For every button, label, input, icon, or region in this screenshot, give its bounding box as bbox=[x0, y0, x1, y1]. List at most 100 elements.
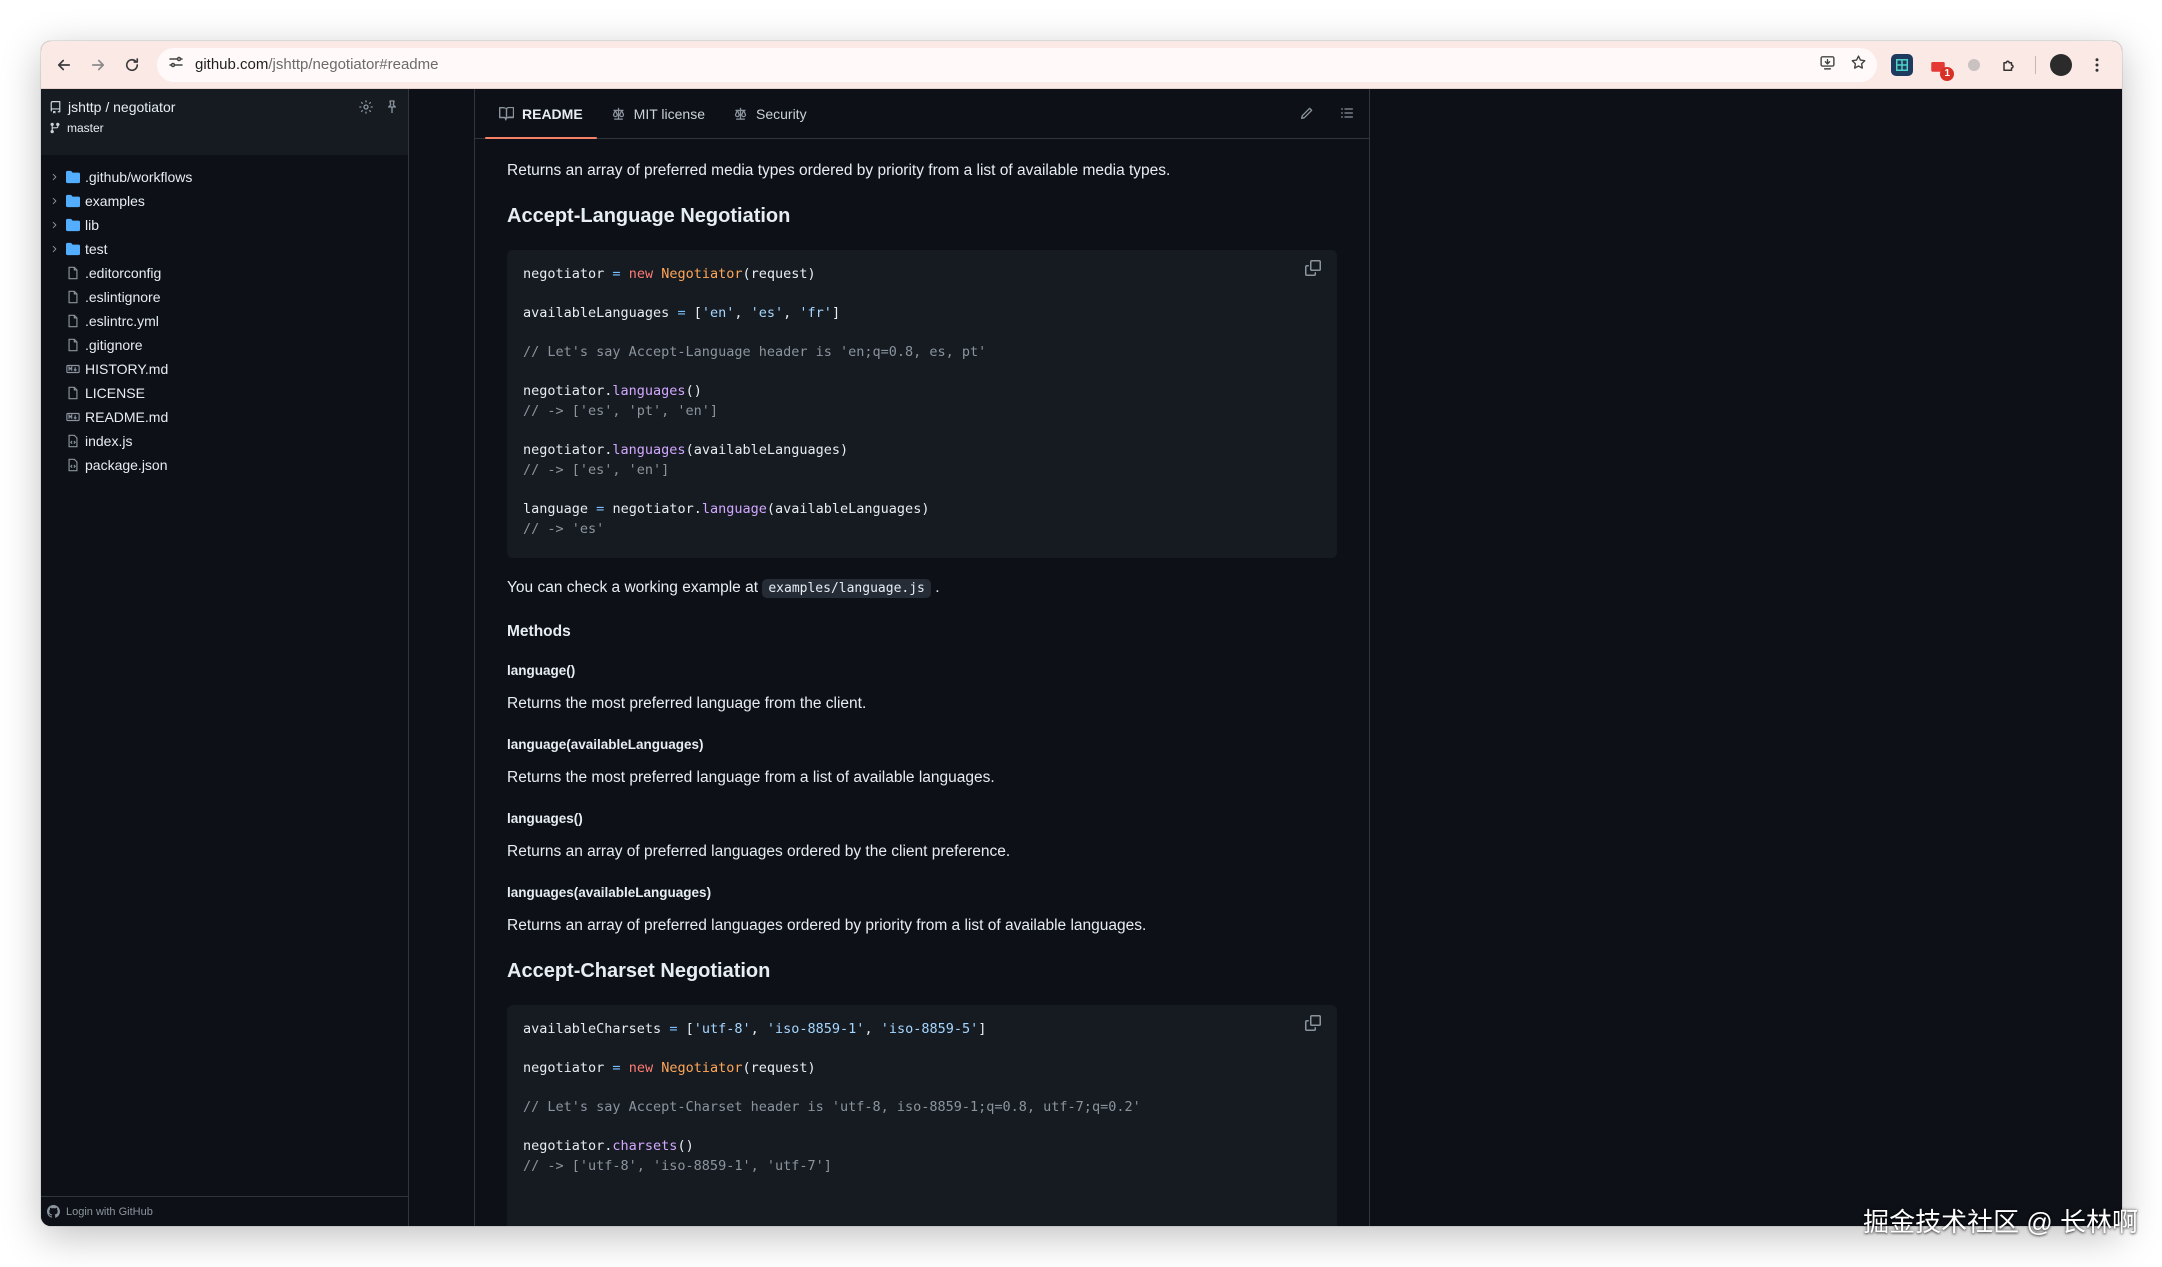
edit-button[interactable] bbox=[1299, 105, 1315, 126]
tree-file[interactable]: README.md bbox=[41, 405, 408, 429]
outline-button[interactable] bbox=[1339, 105, 1355, 126]
puzzle-icon bbox=[2003, 60, 2014, 71]
copy-icon bbox=[1305, 260, 1321, 276]
pencil-icon bbox=[1301, 107, 1313, 119]
book-icon bbox=[499, 106, 514, 121]
copy-code-button[interactable] bbox=[1305, 1015, 1321, 1035]
tree-item-label: examples bbox=[85, 193, 145, 209]
branch-row[interactable]: master bbox=[49, 121, 400, 135]
code-line: negotiator = new Negotiator(request) bbox=[523, 266, 816, 282]
copy-code-button[interactable] bbox=[1305, 260, 1321, 280]
file-icon bbox=[65, 289, 81, 305]
readme-content: Returns an array of preferred media type… bbox=[475, 139, 1369, 1226]
bookmark-star-icon[interactable] bbox=[1850, 54, 1867, 76]
tab-readme[interactable]: README bbox=[485, 89, 597, 139]
chevron-right-icon[interactable] bbox=[49, 219, 61, 231]
readme-tabs: README MIT license Security bbox=[475, 89, 1369, 139]
code-line: availableLanguages = ['en', 'es', 'fr'] bbox=[523, 305, 841, 321]
reload-icon bbox=[125, 57, 139, 71]
code-comment: // -> ['utf-8', 'iso-8859-1', 'utf-7'] bbox=[523, 1158, 832, 1174]
tree-file[interactable]: .gitignore bbox=[41, 333, 408, 357]
url-path: /jshttp/negotiator#readme bbox=[268, 56, 439, 73]
tree-file[interactable]: .editorconfig bbox=[41, 261, 408, 285]
code-comment: // Let's say Accept-Charset header is 'u… bbox=[523, 1099, 1141, 1115]
url-text[interactable]: github.com/jshttp/negotiator#readme bbox=[195, 56, 438, 73]
list-icon bbox=[1341, 108, 1353, 118]
tab-mit-license-label: MIT license bbox=[633, 105, 705, 122]
tree-file[interactable]: HISTORY.md bbox=[41, 357, 408, 381]
folder-icon bbox=[65, 169, 81, 185]
forward-button[interactable] bbox=[81, 48, 115, 82]
omnibox-actions bbox=[1819, 54, 1867, 76]
tab-security[interactable]: Security bbox=[719, 89, 821, 138]
tree-file[interactable]: index.js bbox=[41, 429, 408, 453]
reload-button[interactable] bbox=[115, 48, 149, 82]
github-icon bbox=[47, 1205, 60, 1218]
file-icon bbox=[65, 337, 81, 353]
readme-tools bbox=[1299, 105, 1355, 126]
toolbar-separator bbox=[2035, 55, 2036, 74]
settings-button[interactable] bbox=[358, 99, 374, 120]
pin-icon bbox=[388, 100, 396, 113]
folder-icon bbox=[65, 193, 81, 209]
chevron-right-icon[interactable] bbox=[49, 195, 61, 207]
tree-item-label: .eslintignore bbox=[85, 289, 161, 305]
address-bar[interactable]: github.com/jshttp/negotiator#readme bbox=[157, 47, 1877, 82]
code-comment: // -> ['es', 'en'] bbox=[523, 462, 670, 478]
code-comment: // -> ['es', 'pt', 'en'] bbox=[523, 403, 719, 419]
folder-icon bbox=[65, 217, 81, 233]
tree-item-label: .github/workflows bbox=[85, 169, 193, 185]
install-app-icon[interactable] bbox=[1819, 54, 1836, 76]
extensions-area: 1 bbox=[1891, 53, 2108, 81]
code-file-icon bbox=[65, 433, 81, 449]
login-with-github[interactable]: Login with GitHub bbox=[41, 1196, 408, 1226]
chevron-right-icon[interactable] bbox=[49, 243, 61, 255]
extension-1[interactable] bbox=[1891, 53, 1913, 76]
file-icon bbox=[65, 385, 81, 401]
url-host: github.com bbox=[195, 56, 269, 73]
repo-title-row[interactable]: jshttp / negotiator bbox=[49, 99, 400, 115]
tab-readme-label: README bbox=[522, 105, 583, 122]
method-languages-available-desc: Returns an array of preferred languages … bbox=[507, 917, 1147, 934]
tree-folder[interactable]: examples bbox=[41, 189, 408, 213]
tree-item-label: package.json bbox=[85, 457, 168, 473]
browser-menu-button[interactable] bbox=[2086, 54, 2108, 76]
login-label: Login with GitHub bbox=[66, 1205, 153, 1218]
file-tree: .github/workflows examples lib test .editorc… bbox=[41, 155, 408, 477]
heading-accept-language: Accept-Language Negotiation bbox=[507, 205, 791, 227]
grid-extension-icon bbox=[1896, 58, 1908, 71]
repo-header: jshttp / negotiator master bbox=[41, 89, 408, 155]
method-languages-desc: Returns an array of preferred languages … bbox=[507, 843, 1011, 860]
tree-folder[interactable]: lib bbox=[41, 213, 408, 237]
tab-mit-license[interactable]: MIT license bbox=[597, 89, 719, 138]
tree-file[interactable]: .eslintrc.yml bbox=[41, 309, 408, 333]
tree-folder[interactable]: .github/workflows bbox=[41, 165, 408, 189]
method-language-available: language(availableLanguages) bbox=[507, 737, 704, 752]
back-button[interactable] bbox=[47, 48, 81, 82]
tree-item-label: test bbox=[85, 241, 108, 257]
readme-panel: README MIT license Security Returns an a… bbox=[474, 89, 1370, 1226]
markdown-icon bbox=[65, 361, 81, 377]
repo-title[interactable]: jshttp / negotiator bbox=[68, 99, 175, 115]
heading-accept-charset: Accept-Charset Negotiation bbox=[507, 960, 771, 982]
tree-item-label: lib bbox=[85, 217, 100, 233]
tree-item-label: .editorconfig bbox=[85, 265, 162, 281]
profile-avatar[interactable] bbox=[2050, 53, 2072, 76]
browser-window: github.com/jshttp/negotiator#readme 1 js… bbox=[41, 41, 2122, 1226]
chevron-right-icon[interactable] bbox=[49, 171, 61, 183]
extensions-button[interactable] bbox=[1999, 54, 2021, 76]
method-languages: languages() bbox=[507, 811, 583, 826]
tree-file[interactable]: package.json bbox=[41, 453, 408, 477]
tree-file[interactable]: .eslintignore bbox=[41, 285, 408, 309]
tab-security-label: Security bbox=[756, 105, 807, 122]
tree-file[interactable]: LICENSE bbox=[41, 381, 408, 405]
extension-3[interactable] bbox=[1963, 54, 1985, 76]
pin-button[interactable] bbox=[384, 99, 400, 120]
code-line: language = negotiator.language(available… bbox=[523, 501, 930, 517]
tree-item-label: HISTORY.md bbox=[85, 361, 169, 377]
tree-folder[interactable]: test bbox=[41, 237, 408, 261]
site-settings-icon[interactable] bbox=[167, 53, 185, 76]
method-languages-available: languages(availableLanguages) bbox=[507, 885, 712, 900]
extension-2[interactable]: 1 bbox=[1927, 54, 1954, 81]
heading-methods: Methods bbox=[507, 623, 571, 640]
